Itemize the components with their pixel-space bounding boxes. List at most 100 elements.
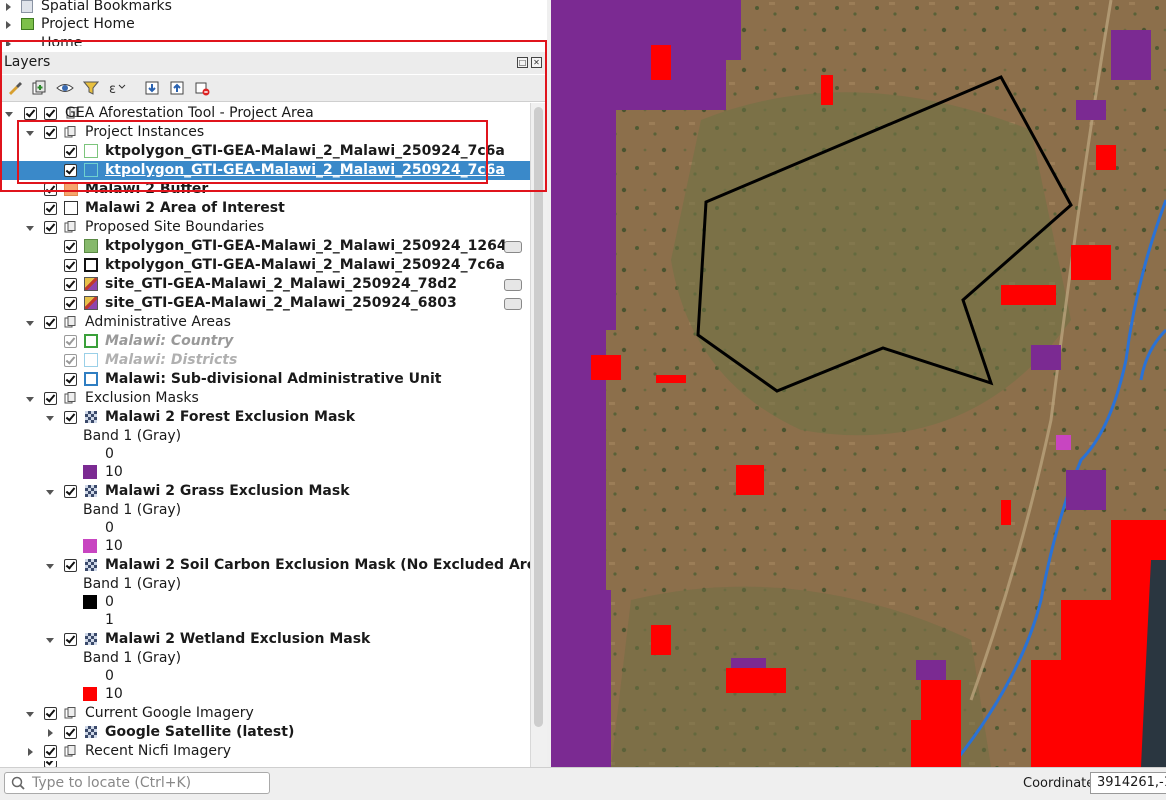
layer-checkbox[interactable] (24, 107, 37, 120)
layer-checkbox[interactable] (64, 335, 77, 348)
tree-group-project-instances[interactable]: Project Instances (0, 123, 530, 142)
polygon-symbol-icon (84, 372, 98, 386)
locator-input[interactable]: Type to locate (Ctrl+K) (4, 772, 270, 794)
map-rendering (551, 0, 1166, 767)
polygon-symbol-icon (64, 182, 78, 196)
layer-checkbox[interactable] (64, 164, 77, 177)
layer-checkbox[interactable] (44, 126, 57, 139)
filter-expression-icon[interactable]: ε (108, 79, 126, 97)
collapse-icon[interactable] (25, 709, 35, 719)
tree-layer-districts[interactable]: Malawi: Districts (0, 351, 530, 370)
layer-checkbox[interactable] (44, 183, 57, 196)
collapse-icon[interactable] (25, 128, 35, 138)
collapse-all-icon[interactable] (168, 79, 186, 97)
collapse-icon[interactable] (25, 318, 35, 328)
group-label: GEA Aforestation Tool - Project Area (65, 105, 314, 121)
collapse-icon[interactable] (25, 394, 35, 404)
tree-layer-forest-mask[interactable]: Malawi 2 Forest Exclusion Mask (0, 408, 530, 427)
collapse-icon[interactable] (45, 487, 55, 497)
layer-checkbox[interactable] (64, 633, 77, 646)
layer-indicator-icon[interactable] (504, 279, 522, 291)
color-swatch (83, 687, 97, 701)
expand-icon[interactable] (6, 40, 11, 46)
legend-item: 0 (0, 593, 530, 612)
tree-layer-proposed-7c6a[interactable]: ktpolygon_GTI-GEA-Malawi_2_Malawi_250924… (0, 256, 530, 275)
tree-group-admin[interactable]: Administrative Areas (0, 313, 530, 332)
tree-layer-google-satellite[interactable]: Google Satellite (latest) (0, 723, 530, 742)
layer-checkbox[interactable] (44, 221, 57, 234)
polygon-symbol-icon (84, 334, 98, 348)
coordinate-field[interactable]: 3914261,-16 (1090, 772, 1166, 794)
layer-checkbox[interactable] (64, 240, 77, 253)
close-panel-icon[interactable]: ✕ (531, 57, 542, 68)
browser-item-project-home[interactable]: Project Home (0, 15, 547, 34)
tree-group-exclusion[interactable]: Exclusion Masks (0, 389, 530, 408)
collapse-icon[interactable] (4, 109, 14, 119)
group-icon (64, 221, 76, 233)
group-label: Proposed Site Boundaries (85, 219, 265, 235)
browser-item-spatial-bookmarks[interactable]: Spatial Bookmarks (0, 0, 547, 16)
remove-layer-icon[interactable] (193, 79, 211, 97)
style-brush-icon[interactable] (6, 79, 24, 97)
layer-indicator-icon[interactable] (504, 298, 522, 310)
layer-indicator-icon[interactable] (504, 241, 522, 253)
layer-checkbox[interactable] (64, 726, 77, 739)
layer-checkbox[interactable] (44, 107, 57, 120)
collapse-icon[interactable] (45, 635, 55, 645)
group-label: Current Google Imagery (85, 705, 254, 721)
tree-layer-grass-mask[interactable]: Malawi 2 Grass Exclusion Mask (0, 482, 530, 501)
layer-checkbox[interactable] (64, 485, 77, 498)
layer-checkbox[interactable] (44, 707, 57, 720)
layer-checkbox[interactable] (64, 354, 77, 367)
browser-item-label: Project Home (41, 16, 135, 32)
tree-layer-wetland-mask[interactable]: Malawi 2 Wetland Exclusion Mask (0, 630, 530, 649)
legend-band: Band 1 (Gray) (0, 501, 530, 520)
layer-checkbox[interactable] (64, 297, 77, 310)
tree-layer-site-78d2[interactable]: site_GTI-GEA-Malawi_2_Malawi_250924_78d2 (0, 275, 530, 294)
expand-icon[interactable] (25, 747, 35, 757)
scrollbar-thumb[interactable] (534, 107, 543, 727)
tree-layer-proposed-1264[interactable]: ktpolygon_GTI-GEA-Malawi_2_Malawi_250924… (0, 237, 530, 256)
tree-layer-instance-1[interactable]: ktpolygon_GTI-GEA-Malawi_2_Malawi_250924… (0, 142, 530, 161)
layer-checkbox[interactable] (64, 559, 77, 572)
collapse-icon[interactable] (45, 561, 55, 571)
tree-layer-country[interactable]: Malawi: Country (0, 332, 530, 351)
layer-checkbox[interactable] (64, 259, 77, 272)
layer-checkbox[interactable] (64, 278, 77, 291)
add-group-icon[interactable] (30, 79, 48, 97)
tree-layer-subdivisional[interactable]: Malawi: Sub-divisional Administrative Un… (0, 370, 530, 389)
group-label: Exclusion Masks (85, 390, 199, 406)
tree-layer-site-6803[interactable]: site_GTI-GEA-Malawi_2_Malawi_250924_6803 (0, 294, 530, 313)
layer-checkbox[interactable] (64, 145, 77, 158)
collapse-icon[interactable] (45, 413, 55, 423)
layer-label: Malawi 2 Wetland Exclusion Mask (105, 631, 371, 647)
layer-checkbox[interactable] (44, 316, 57, 329)
expand-icon[interactable] (45, 728, 55, 738)
group-icon (64, 745, 76, 757)
layer-label: Malawi: Districts (105, 352, 238, 368)
layer-checkbox[interactable] (64, 373, 77, 386)
browser-item-home[interactable]: Home (0, 34, 547, 46)
layer-checkbox[interactable] (44, 202, 57, 215)
tree-layer-instance-2-selected[interactable]: ktpolygon_GTI-GEA-Malawi_2_Malawi_250924… (0, 161, 530, 180)
collapse-icon[interactable] (25, 223, 35, 233)
layer-checkbox[interactable] (64, 411, 77, 424)
tree-group-project-area[interactable]: GEA Aforestation Tool - Project Area (0, 104, 530, 123)
layer-checkbox[interactable] (44, 392, 57, 405)
expand-all-icon[interactable] (143, 79, 161, 97)
tree-group-nicfi-imagery[interactable]: Recent Nicfi Imagery (0, 742, 530, 761)
tree-layer-buffer[interactable]: Malawi 2 Buffer (0, 180, 530, 199)
tree-layer-aoi[interactable]: Malawi 2 Area of Interest (0, 199, 530, 218)
float-panel-icon[interactable]: □ (517, 57, 528, 68)
expand-icon[interactable] (6, 21, 11, 29)
legend-value: 10 (105, 538, 123, 554)
layer-checkbox[interactable] (44, 745, 57, 758)
eye-icon[interactable] (56, 79, 74, 97)
tree-group-google-imagery[interactable]: Current Google Imagery (0, 704, 530, 723)
tree-group-proposed-sites[interactable]: Proposed Site Boundaries (0, 218, 530, 237)
map-canvas[interactable] (551, 0, 1166, 767)
tree-layer-soil-mask[interactable]: Malawi 2 Soil Carbon Exclusion Mask (No … (0, 556, 530, 575)
filter-icon[interactable] (82, 79, 100, 97)
tree-scrollbar[interactable] (530, 103, 547, 767)
expand-icon[interactable] (6, 3, 11, 11)
